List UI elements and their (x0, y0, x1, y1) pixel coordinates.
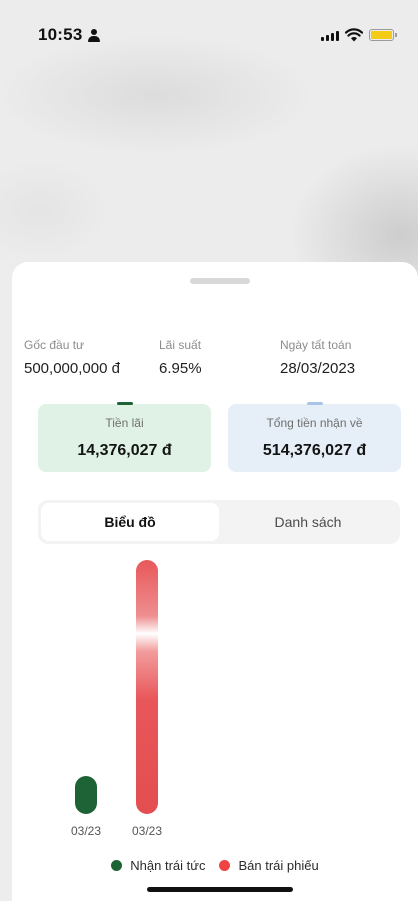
signal-icon (321, 29, 339, 41)
interest-card-label: Tiền lãi (105, 416, 144, 430)
chart-x-tick: 03/23 (70, 824, 102, 838)
status-right (321, 28, 397, 42)
home-indicator[interactable] (147, 887, 293, 892)
bottom-sheet: Gốc đầu tư 500,000,000 đ Lãi suất 6.95% … (12, 262, 418, 901)
background-edge (0, 262, 12, 901)
interest-rate-label: Lãi suất (159, 338, 202, 352)
interest-card-accent (116, 402, 133, 405)
view-segmented-control: Biểu đồ Danh sách (38, 500, 400, 544)
tab-chart[interactable]: Biểu đồ (41, 503, 219, 541)
legend-dot-red (219, 860, 231, 871)
battery-icon (369, 29, 397, 41)
status-time: 10:53 (38, 25, 83, 44)
total-card-accent (306, 402, 323, 405)
tab-list[interactable]: Danh sách (219, 503, 397, 541)
total-card-value: 514,376,027 đ (262, 442, 367, 459)
total-received-card: Tổng tiền nhận về 514,376,027 đ (228, 402, 401, 472)
legend-label-bond-sale: Bán trái phiếu (238, 858, 319, 873)
interest-card: Tiền lãi 14,376,027 đ (38, 402, 211, 472)
status-left: 10:53 (38, 25, 101, 45)
legend-item-interest: Nhận trái tức (111, 858, 205, 873)
interest-card-value: 14,376,027 đ (77, 442, 172, 459)
total-card-label: Tổng tiền nhận về (266, 416, 363, 430)
bar-chart: 03/23 03/23 (12, 552, 418, 852)
status-bar: 10:53 (0, 0, 418, 70)
legend-item-bond-sale: Bán trái phiếu (219, 858, 319, 873)
chart-bar-interest (75, 776, 97, 814)
battery-level (371, 31, 392, 39)
sheet-grabber-handle[interactable] (190, 278, 250, 284)
legend-label-interest: Nhận trái tức (130, 858, 206, 873)
person-icon (88, 28, 101, 42)
interest-rate-value: 6.95% (159, 360, 202, 377)
legend-dot-green (111, 860, 123, 871)
principal-value: 500,000,000 đ (24, 360, 120, 377)
maturity-date-label: Ngày tất toán (280, 338, 352, 352)
wifi-icon (345, 28, 363, 42)
chart-bar-bond-sale (136, 560, 158, 814)
chart-x-tick: 03/23 (131, 824, 163, 838)
maturity-date-value: 28/03/2023 (280, 360, 356, 377)
principal-label: Gốc đầu tư (24, 338, 85, 352)
chart-legend: Nhận trái tức Bán trái phiếu (12, 858, 418, 873)
